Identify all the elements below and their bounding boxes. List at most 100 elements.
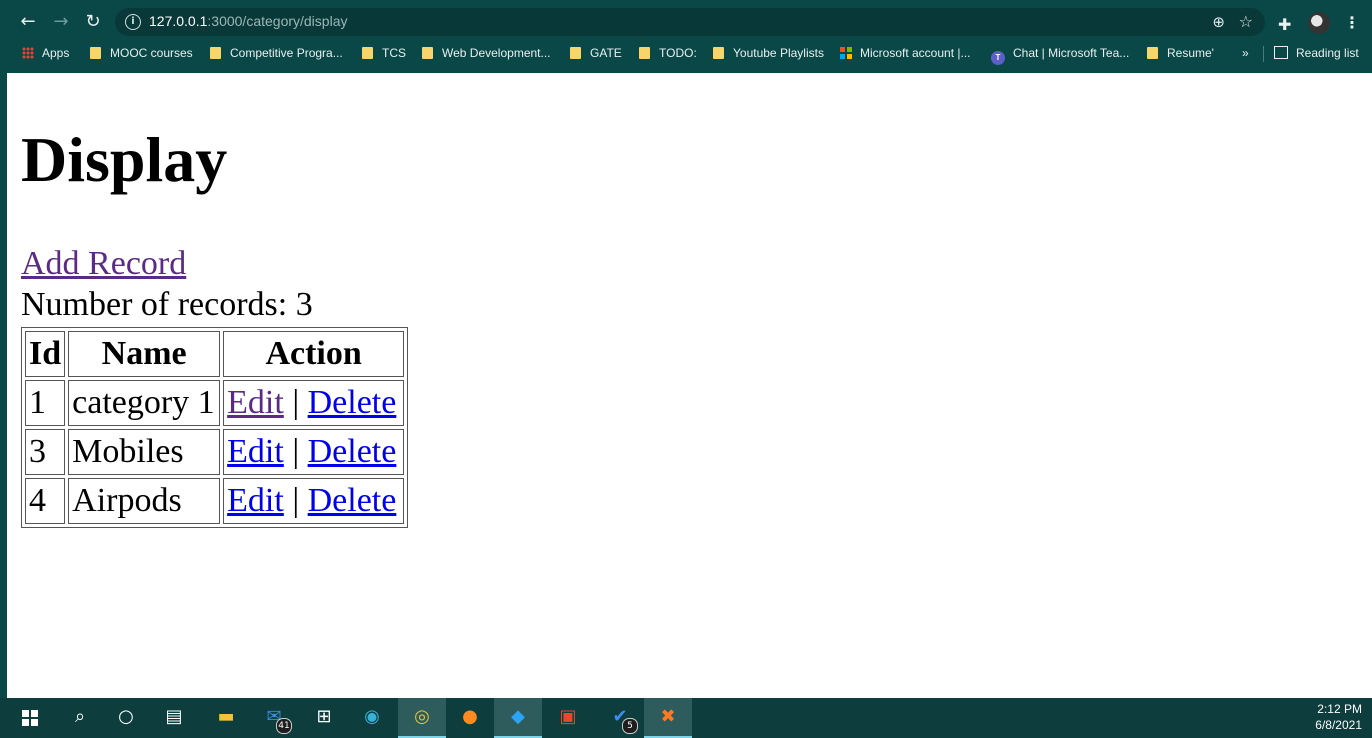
edge-icon: ◉ [364, 706, 380, 727]
todo-badge: 5 [622, 718, 638, 734]
mail-button[interactable]: ✉ 41 [250, 698, 298, 738]
action-separator: | [292, 433, 300, 470]
folder-icon [570, 47, 581, 59]
table-row: 1 category 1 Edit | Delete [25, 380, 405, 426]
forward-arrow-icon[interactable]: → [50, 11, 72, 33]
reading-list-label: Reading list [1296, 46, 1359, 60]
back-arrow-icon[interactable]: ← [17, 11, 39, 33]
vscode-button[interactable]: ◆ [494, 698, 542, 738]
url-path: :3000/category/display [207, 13, 348, 29]
edit-link[interactable]: Edit [227, 482, 284, 519]
chrome-icon: ◎ [414, 706, 430, 727]
microsoft-icon [840, 47, 852, 59]
store-bag-icon: ⊞ [316, 706, 332, 727]
site-info-icon[interactable]: i [125, 14, 141, 30]
bookmark-competitive-programming[interactable]: Competitive Progra... [210, 46, 343, 60]
bookmarks-overflow-button[interactable]: » [1242, 46, 1249, 60]
bookmark-label: GATE [590, 46, 622, 60]
bookmark-web-development[interactable]: Web Development... [422, 46, 551, 60]
reading-list-icon [1274, 46, 1288, 59]
records-table: Id Name Action 1 category 1 Edit | Delet… [21, 327, 409, 528]
profile-avatar[interactable] [1308, 12, 1330, 34]
header-id: Id [25, 331, 66, 377]
address-bar[interactable]: i 127.0.0.1:3000/category/display ⊕ ☆ [115, 8, 1265, 36]
bookmark-gate[interactable]: GATE [570, 46, 622, 60]
cell-id: 3 [25, 429, 66, 475]
folder-icon [362, 47, 373, 59]
firefox-button[interactable]: ● [446, 698, 494, 738]
office-button[interactable]: ▣ [544, 698, 592, 738]
delete-link[interactable]: Delete [308, 482, 397, 519]
bookmark-label: Microsoft account |... [860, 46, 971, 60]
firefox-icon: ● [462, 706, 478, 727]
mail-badge: 41 [276, 718, 292, 734]
teams-icon: T [991, 51, 1005, 65]
bookmark-label: Chat | Microsoft Tea... [1013, 46, 1130, 60]
bookmark-youtube-playlists[interactable]: Youtube Playlists [713, 46, 824, 60]
bookmark-tcs[interactable]: TCS [362, 46, 406, 60]
todo-button[interactable]: ✔ 5 [596, 698, 644, 738]
bookmark-label: TODO: [659, 46, 697, 60]
cell-id: 4 [25, 478, 66, 524]
folder-icon [210, 47, 221, 59]
cell-id: 1 [25, 380, 66, 426]
edit-link[interactable]: Edit [227, 384, 284, 421]
reload-icon[interactable]: ↻ [82, 11, 104, 33]
search-button[interactable]: ⌕ [56, 698, 104, 738]
zoom-icon[interactable]: ⊕ [1212, 13, 1225, 31]
folder-icon [1147, 47, 1158, 59]
windows-taskbar: ⌕ ○ ▤ ▬ ✉ 41 ⊞ ◉ ◎ ● ◆ ▣ ✔ 5 ✖ 2:12 PM 6/8… [0, 698, 1372, 738]
bookmark-teams-chat[interactable]: T Chat | Microsoft Tea... [991, 46, 1129, 65]
bookmark-label: MOOC courses [110, 46, 193, 60]
bookmark-label: Resume' [1167, 46, 1214, 60]
cell-name: Airpods [68, 478, 221, 524]
cell-name: category 1 [68, 380, 221, 426]
browser-menu-icon[interactable]: ⋮ [1344, 13, 1360, 32]
window-edge [0, 73, 7, 698]
header-action: Action [223, 331, 405, 377]
xampp-icon: ✖ [660, 706, 676, 727]
cortana-button[interactable]: ○ [102, 698, 150, 738]
cortana-circle-icon: ○ [118, 706, 134, 727]
bookmark-label: Apps [42, 46, 70, 60]
folder-icon [90, 47, 101, 59]
url-host: 127.0.0.1 [149, 13, 208, 29]
edge-button[interactable]: ◉ [348, 698, 396, 738]
header-name: Name [68, 331, 221, 377]
task-view-icon: ▤ [165, 706, 183, 727]
bookmark-label: Youtube Playlists [733, 46, 824, 60]
folder-icon [713, 47, 724, 59]
extensions-puzzle-icon[interactable]: ✚ [1278, 15, 1291, 34]
reading-list-button[interactable]: Reading list [1274, 46, 1359, 60]
edit-link[interactable]: Edit [227, 433, 284, 470]
bookmarks-divider [1263, 46, 1264, 62]
xampp-button[interactable]: ✖ [644, 698, 692, 738]
cell-name: Mobiles [68, 429, 221, 475]
chrome-button[interactable]: ◎ [398, 698, 446, 738]
table-row: 4 Airpods Edit | Delete [25, 478, 405, 524]
delete-link[interactable]: Delete [308, 433, 397, 470]
add-record-link[interactable]: Add Record [21, 245, 186, 283]
record-count: Number of records: 3 [21, 286, 313, 323]
start-button[interactable] [6, 698, 54, 738]
file-explorer-button[interactable]: ▬ [202, 698, 250, 738]
url-text[interactable]: 127.0.0.1:3000/category/display [149, 13, 347, 29]
browser-chrome: ← → ↻ i 127.0.0.1:3000/category/display … [0, 0, 1372, 73]
bookmark-microsoft-account[interactable]: Microsoft account |... [840, 46, 971, 60]
bookmarks-bar: Apps MOOC courses Competitive Progra... … [0, 44, 1372, 65]
store-button[interactable]: ⊞ [300, 698, 348, 738]
task-view-button[interactable]: ▤ [150, 698, 198, 738]
table-header-row: Id Name Action [25, 331, 405, 377]
bookmark-resume[interactable]: Resume' [1147, 46, 1214, 60]
bookmark-star-icon[interactable]: ☆ [1239, 12, 1253, 31]
vscode-icon: ◆ [511, 706, 525, 727]
bookmark-todo[interactable]: TODO: [639, 46, 697, 60]
browser-toolbar: ← → ↻ i 127.0.0.1:3000/category/display … [0, 5, 1372, 39]
bookmark-apps[interactable]: Apps [22, 46, 69, 60]
bookmark-mooc-courses[interactable]: MOOC courses [90, 46, 193, 60]
office-icon: ▣ [559, 706, 577, 727]
action-separator: | [292, 482, 300, 519]
clock-date: 6/8/2021 [1315, 718, 1362, 732]
delete-link[interactable]: Delete [308, 384, 397, 421]
system-clock[interactable]: 2:12 PM 6/8/2021 [1315, 701, 1362, 733]
